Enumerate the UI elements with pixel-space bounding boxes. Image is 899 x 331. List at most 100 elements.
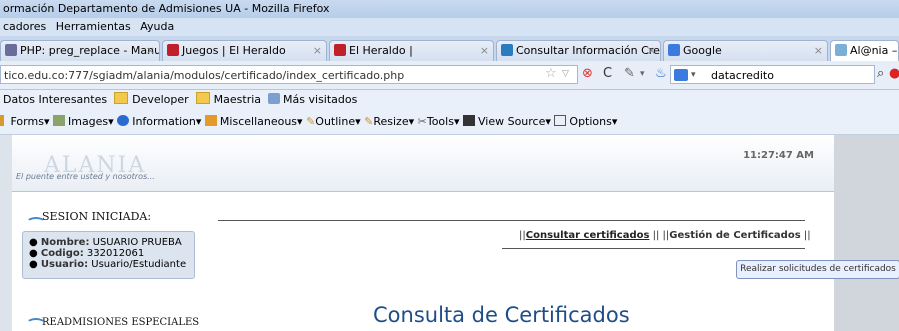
close-icon[interactable]: × [146, 41, 155, 61]
readmisiones-title: READMISIONES ESPECIALES [42, 317, 200, 328]
heraldo-icon [334, 44, 346, 56]
search-input[interactable]: ▾ datacredito [670, 65, 875, 84]
google-icon[interactable] [674, 69, 688, 81]
dev-label: Forms [10, 115, 44, 128]
navigation-bar: tico.edu.co:777/sgiadm/alania/modulos/ce… [0, 61, 899, 90]
site-header: ALANIA El puente entre usted y nosotros.… [12, 135, 834, 192]
separator: || [803, 230, 811, 241]
url-text: tico.edu.co:777/sgiadm/alania/modulos/ce… [4, 69, 405, 82]
search-icon[interactable]: ⌕ [877, 67, 884, 81]
usuario-label: Usuario: [40, 259, 89, 270]
codigo-label: Codigo: [40, 248, 84, 259]
user-type-row: ● Usuario: Usuario/Estudiante [29, 259, 187, 270]
dev-information[interactable]: Information▾ [132, 115, 201, 128]
url-bar[interactable]: tico.edu.co:777/sgiadm/alania/modulos/ce… [0, 65, 578, 84]
tooltip: Realizar solicitudes de certificados [736, 260, 899, 279]
tab-label: Google [683, 44, 722, 57]
window-title: ormación Departamento de Admisiones UA -… [3, 2, 330, 15]
view-source-icon [462, 115, 475, 126]
tab-juegos-heraldo[interactable]: Juegos | El Heraldo × [162, 40, 327, 61]
dev-label: Images [67, 115, 109, 128]
close-icon[interactable]: × [313, 41, 322, 61]
user-name-row: ● Nombre: USUARIO PRUEBA [29, 237, 182, 248]
session-title: SESION INICIADA: [42, 210, 152, 223]
separator: || || [652, 230, 670, 241]
tab-label: El Heraldo | [349, 44, 413, 57]
most-visited-icon [268, 93, 281, 104]
credit-icon [501, 44, 513, 56]
user-code-row: ● Codigo: 332012061 [29, 248, 145, 259]
bookmark-developer[interactable]: Developer [132, 93, 189, 106]
link-consultar-certificados[interactable]: Consultar certificados [526, 230, 650, 241]
user-code: 332012061 [86, 248, 145, 259]
dev-tools[interactable]: Tools▾ [427, 115, 460, 128]
dev-label: Miscellaneous [219, 115, 298, 128]
wrench-icon[interactable]: ✎ [624, 67, 635, 81]
bookmark-mas-visitados[interactable]: Más visitados [283, 93, 357, 106]
information-icon [117, 115, 130, 126]
user-name: USUARIO PRUEBA [92, 237, 182, 248]
reload-icon[interactable]: C [603, 67, 612, 81]
divider [218, 220, 805, 221]
dev-label: Options [569, 115, 612, 128]
bookmark-maestria[interactable]: Maestria [214, 93, 261, 106]
dev-label: Resize [373, 115, 409, 128]
clock: 11:27:47 AM [743, 150, 814, 161]
tab-label: Juegos | El Heraldo [182, 44, 286, 57]
separator: || [519, 230, 526, 241]
alania-icon [835, 44, 847, 56]
page-title: Consulta de Certificados [373, 303, 630, 327]
outline-icon: ✎ [306, 115, 316, 128]
link-gestion-certificados[interactable]: Gestión de Certificados [669, 230, 800, 241]
miscellaneous-icon [204, 115, 217, 126]
menu-bar: cadores Herramientas Ayuda [0, 18, 899, 36]
tab-bar: PHP: preg_replace - Manual × Juegos | El… [0, 36, 899, 61]
dev-view-source[interactable]: View Source▾ [478, 115, 551, 128]
dev-label: Outline [315, 115, 356, 128]
chevron-down-icon[interactable]: ▾ [691, 66, 696, 85]
dev-label: View Source [477, 115, 546, 128]
right-margin [834, 135, 899, 331]
tab-label: Consultar Información Cred... [516, 44, 660, 57]
dev-miscellaneous[interactable]: Miscellaneous▾ [220, 115, 303, 128]
close-icon[interactable]: × [480, 41, 489, 61]
tab-el-heraldo[interactable]: El Heraldo | × [329, 40, 494, 61]
tab-label: PHP: preg_replace - Manual [20, 44, 160, 57]
close-icon[interactable]: × [647, 41, 656, 61]
user-info-box: ● Nombre: USUARIO PRUEBA ● Codigo: 33201… [22, 231, 195, 279]
dev-options[interactable]: Options▾ [569, 115, 617, 128]
images-icon [52, 115, 65, 126]
tab-php-preg-replace[interactable]: PHP: preg_replace - Manual × [0, 40, 160, 61]
bookmark-label: Datos Interesantes [3, 93, 108, 106]
dev-outline[interactable]: Outline▾ [315, 115, 360, 128]
heraldo-icon [167, 44, 179, 56]
developer-toolbar: Forms▾ Images▾ Information▾ Miscellaneou… [0, 110, 899, 135]
dropdown-icon[interactable]: ▽ [562, 67, 569, 81]
tab-alania[interactable]: Al@nia – Sis [830, 40, 899, 61]
stop-icon[interactable]: ⊗ [582, 67, 593, 81]
dev-resize[interactable]: Resize▾ [373, 115, 414, 128]
menu-item-herramientas[interactable]: Herramientas [56, 20, 131, 33]
bookmark-star-icon[interactable]: ☆ [545, 67, 557, 81]
tab-consultar-informacion[interactable]: Consultar Información Cred... × [496, 40, 661, 61]
bookmark-datos-interesantes[interactable]: Datos Interesantes [3, 93, 107, 106]
menu-item-ayuda[interactable]: Ayuda [140, 20, 174, 33]
dev-label: Information [132, 115, 196, 128]
menu-item-marcadores[interactable]: cadores [3, 20, 46, 33]
close-icon[interactable]: × [814, 41, 823, 61]
abp-icon[interactable]: ● [889, 67, 899, 81]
nombre-label: Nombre: [40, 237, 90, 248]
search-value: datacredito [711, 69, 774, 82]
resize-icon: ✎ [364, 115, 374, 128]
dropdown-icon[interactable]: ▾ [640, 67, 645, 81]
tab-google[interactable]: Google × [663, 40, 828, 61]
folder-icon [114, 92, 129, 104]
toolbar-grip-icon [0, 115, 4, 126]
dev-forms[interactable]: Forms▾ [11, 115, 50, 128]
user-type: Usuario/Estudiante [91, 259, 187, 270]
dev-images[interactable]: Images▾ [68, 115, 114, 128]
addon-icon[interactable]: ♨ [655, 67, 667, 81]
tab-label: Al@nia – Sis [850, 44, 898, 57]
window-title-bar: ormación Departamento de Admisiones UA -… [0, 0, 899, 18]
site-slogan: El puente entre usted y nosotros... [16, 172, 155, 181]
